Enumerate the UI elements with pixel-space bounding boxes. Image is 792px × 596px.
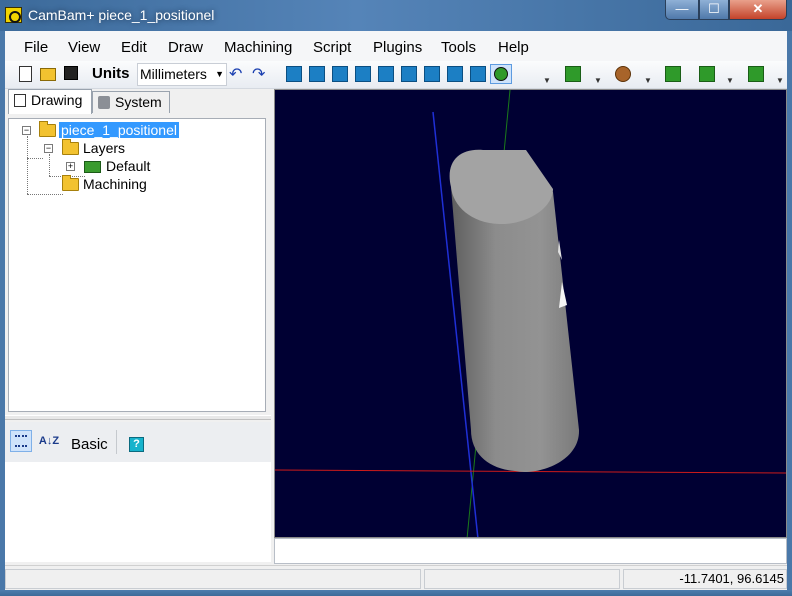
window-title: CamBam+ piece_1_positionel xyxy=(28,7,215,23)
main-toolbar: Units Millimeters ▼ ↶ ↷ ▼ ▼ ▼ ▼ ▼ xyxy=(5,61,787,89)
viewport-canvas xyxy=(275,90,786,537)
maximize-button[interactable]: ☐ xyxy=(699,0,729,20)
undo-icon[interactable]: ↶ xyxy=(229,67,242,83)
select-icon[interactable] xyxy=(490,64,512,84)
menu-edit[interactable]: Edit xyxy=(121,39,147,56)
snap-midpoints-icon[interactable] xyxy=(401,66,417,82)
menu-draw[interactable]: Draw xyxy=(168,39,203,56)
open-folder-icon[interactable] xyxy=(40,68,56,81)
snap-icon[interactable] xyxy=(355,66,371,82)
collapse-layers-icon[interactable]: − xyxy=(44,144,53,153)
tree-item-root[interactable]: piece_1_positionel xyxy=(59,122,179,138)
menu-plugins[interactable]: Plugins xyxy=(373,39,422,56)
properties-toolbar: A↓Z Basic ? xyxy=(5,422,271,462)
drawing-tree: − piece_1_positionel − Layers + Default … xyxy=(8,118,266,412)
tree-connector xyxy=(27,136,28,194)
basic-toggle[interactable]: Basic xyxy=(71,436,108,453)
menu-view[interactable]: View xyxy=(68,39,100,56)
menu-script[interactable]: Script xyxy=(313,39,351,56)
tab-system[interactable]: System xyxy=(92,91,170,113)
categorized-view-button[interactable] xyxy=(10,430,32,452)
script-icon[interactable] xyxy=(748,66,764,82)
new-file-icon[interactable] xyxy=(19,66,32,82)
tab-system-label: System xyxy=(115,94,162,110)
snap-grid-icon[interactable] xyxy=(447,66,463,82)
tree-connector xyxy=(49,154,50,176)
drill-icon[interactable] xyxy=(665,66,681,82)
wrench-icon xyxy=(98,96,110,109)
tree-item-machining[interactable]: Machining xyxy=(83,176,147,192)
property-grid[interactable] xyxy=(5,462,271,562)
units-dropdown[interactable]: Millimeters ▼ xyxy=(137,63,227,86)
tool-icon[interactable] xyxy=(699,66,715,82)
tab-drawing[interactable]: Drawing xyxy=(8,89,92,114)
menu-help[interactable]: Help xyxy=(498,39,529,56)
folder-icon xyxy=(62,139,79,155)
snap-points-icon[interactable] xyxy=(378,66,394,82)
units-value: Millimeters xyxy=(140,66,207,82)
close-button[interactable]: ✕ xyxy=(729,0,787,20)
window-frame-right xyxy=(787,31,792,590)
tool-dropdown-icon[interactable]: ▼ xyxy=(726,76,734,85)
left-panel: Drawing System − piece_1_positionel − La… xyxy=(5,89,271,562)
help-icon[interactable]: ? xyxy=(129,437,144,452)
zoom-icon[interactable] xyxy=(332,66,348,82)
toolbar-divider xyxy=(116,430,117,454)
app-logo-icon xyxy=(5,7,22,23)
tree-item-layers[interactable]: Layers xyxy=(83,140,125,156)
show-grid-icon[interactable] xyxy=(470,66,486,82)
menu-file[interactable]: File xyxy=(24,39,48,56)
pocket-icon[interactable] xyxy=(615,66,631,82)
circle-select-icon xyxy=(494,67,508,81)
profile-icon[interactable] xyxy=(565,66,581,82)
tab-drawing-label: Drawing xyxy=(31,92,83,108)
toolbar-overflow-icon[interactable]: ▼ xyxy=(543,76,551,85)
message-area[interactable] xyxy=(274,538,787,564)
title-bar: CamBam+ piece_1_positionel — ☐ ✕ xyxy=(0,0,792,31)
tree-connector xyxy=(27,194,63,195)
menu-tools[interactable]: Tools xyxy=(441,39,476,56)
snap-centers-icon[interactable] xyxy=(424,66,440,82)
status-message xyxy=(5,569,421,589)
folder-icon xyxy=(62,175,79,191)
layer-icon xyxy=(84,161,101,173)
status-bar: -11.7401, 96.6145 xyxy=(5,565,787,590)
script-dropdown-icon[interactable]: ▼ xyxy=(776,76,784,85)
pocket-dropdown-icon[interactable]: ▼ xyxy=(644,76,652,85)
tree-connector xyxy=(27,158,43,159)
units-label: Units xyxy=(92,65,130,82)
categorized-icon xyxy=(15,435,27,447)
part-cylinder-body[interactable] xyxy=(451,187,580,472)
profile-dropdown-icon[interactable]: ▼ xyxy=(594,76,602,85)
grid-icon[interactable] xyxy=(309,66,325,82)
panel-splitter[interactable] xyxy=(5,415,271,420)
chevron-down-icon: ▼ xyxy=(215,69,224,79)
document-icon xyxy=(14,94,26,107)
status-info xyxy=(424,569,620,589)
minimize-button[interactable]: — xyxy=(665,0,699,20)
menu-machining[interactable]: Machining xyxy=(224,39,292,56)
drawing-viewport[interactable] xyxy=(274,89,787,538)
view-icon[interactable] xyxy=(286,66,302,82)
window-frame-bottom xyxy=(0,590,792,596)
status-coordinates: -11.7401, 96.6145 xyxy=(623,569,787,589)
collapse-root-icon[interactable]: − xyxy=(22,126,31,135)
menu-bar: File View Edit Draw Machining Script Plu… xyxy=(5,31,787,61)
expand-default-icon[interactable]: + xyxy=(66,162,75,171)
folder-icon xyxy=(39,121,56,137)
tree-item-default[interactable]: Default xyxy=(106,158,150,174)
redo-icon[interactable]: ↷ xyxy=(252,67,265,83)
sort-alphabetical-button[interactable]: A↓Z xyxy=(38,430,60,452)
save-icon[interactable] xyxy=(64,66,78,80)
